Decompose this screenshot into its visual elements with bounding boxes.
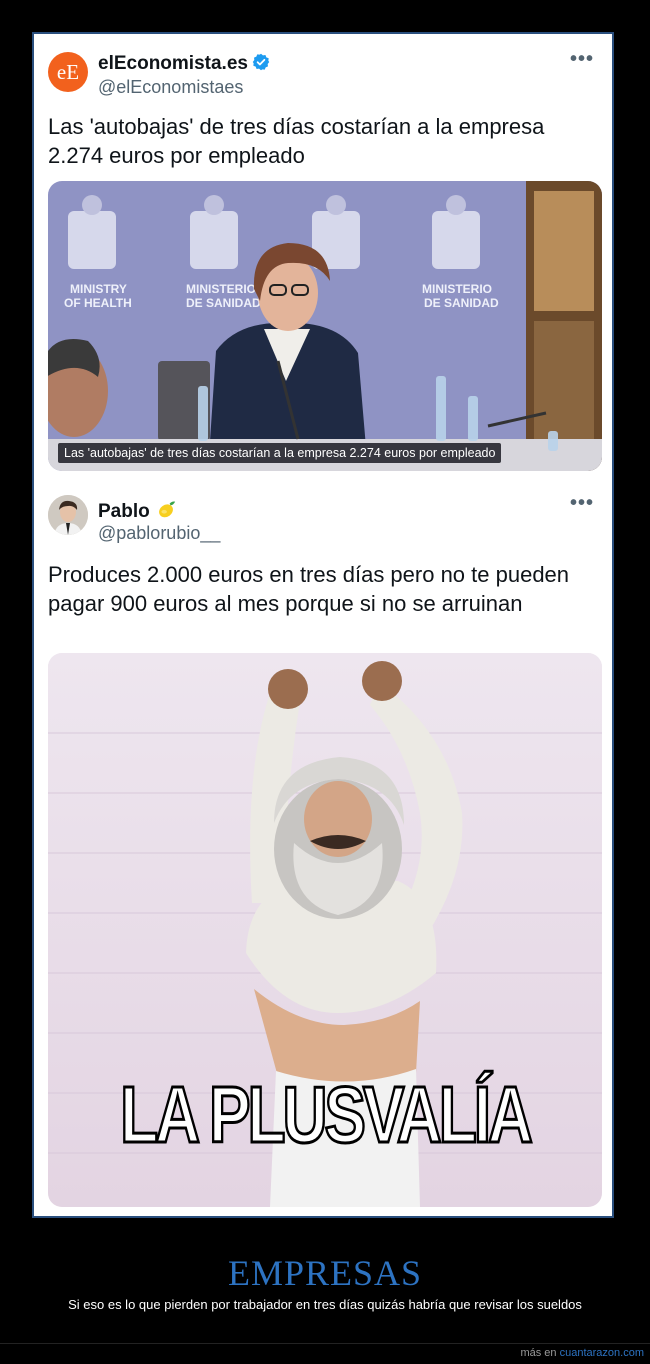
source-credit: más en cuantarazon.com	[520, 1347, 644, 1359]
author-name[interactable]: Pablo	[98, 498, 177, 523]
avatar-initials: eE	[56, 59, 80, 84]
tweet-text: Las 'autobajas' de tres días costarían a…	[48, 114, 545, 168]
backdrop-text: DE SANIDAD	[186, 296, 261, 310]
tweet-text: Produces 2.000 euros en tres días pero n…	[48, 562, 570, 616]
backdrop-text: MINISTERIO	[422, 282, 492, 296]
more-options-icon[interactable]: •••	[570, 48, 594, 71]
backdrop-text: OF HEALTH	[64, 296, 132, 310]
verified-badge-icon	[252, 53, 270, 71]
divider	[0, 1343, 650, 1344]
backdrop-text: MINISTERIO	[186, 282, 256, 296]
more-options-icon[interactable]: •••	[570, 492, 594, 515]
author-handle[interactable]: @elEconomistaes	[98, 77, 243, 98]
meme-image[interactable]: LA PLUSVALÍA	[48, 653, 602, 1207]
image-caption: Las 'autobajas' de tres días costarían a…	[58, 443, 502, 463]
avatar[interactable]	[48, 495, 88, 535]
backdrop-text: MINISTRY	[70, 282, 127, 296]
meme-caption: LA PLUSVALÍA	[119, 1070, 534, 1159]
post-frame: eE elEconomista.es @elEconomistaes ••• L…	[32, 32, 614, 1218]
author-handle[interactable]: @pablorubio__	[98, 523, 220, 544]
author-name[interactable]: elEconomista.es	[98, 53, 270, 75]
avatar[interactable]: eE	[48, 52, 88, 92]
post-subtitle: Si eso es lo que pierden por trabajador …	[68, 1297, 582, 1312]
avatar-photo	[48, 495, 88, 535]
press-conference-image[interactable]: MINISTRY OF HEALTH MINISTERIO DE SANIDAD…	[48, 181, 602, 471]
author-name-text: Pablo	[98, 501, 150, 522]
lemon-emoji-icon	[158, 501, 175, 518]
press-conference-illustration: MINISTRY OF HEALTH MINISTERIO DE SANIDAD…	[48, 181, 602, 471]
source-prefix: más en	[520, 1347, 557, 1359]
author-name-text: elEconomista.es	[98, 53, 248, 74]
source-link[interactable]: cuantarazon.com	[560, 1347, 644, 1359]
post-title: EMPRESAS	[227, 1253, 423, 1293]
backdrop-text: DE SANIDAD	[424, 296, 499, 310]
